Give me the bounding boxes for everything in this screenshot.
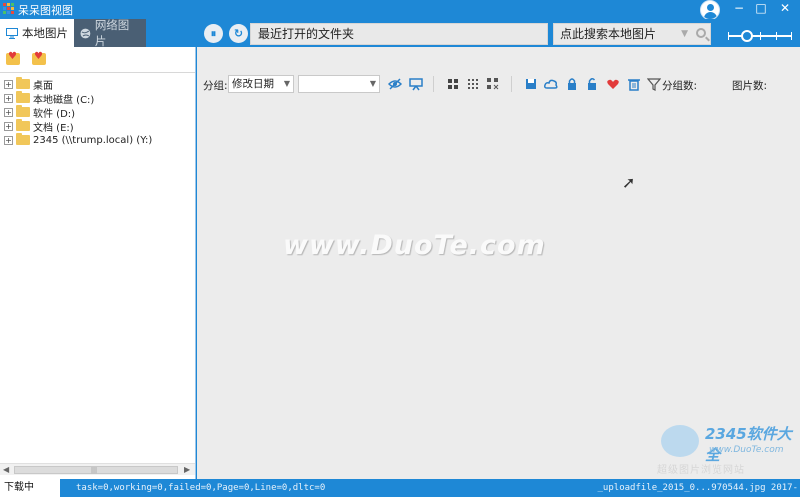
folder-icon [16,119,30,131]
divider [511,76,512,92]
tab-local-images[interactable]: 本地图片 [0,19,74,47]
monitor-icon [6,27,18,39]
download-status: 下载中(403) [0,479,60,497]
filter-icon[interactable] [647,77,661,91]
tab-network-label: 网络图片 [94,18,130,48]
favorites-row [0,47,195,73]
tree-item-label: 软件 (D:) [33,108,76,120]
tree-item-label: 2345 (\\trump.local) (Y:) [33,134,153,146]
path-combobox[interactable]: 最近打开的文件夹 [250,23,548,45]
details-view-icon[interactable] [487,78,499,90]
group-count-label: 分组数: [662,80,698,92]
tab-local-label: 本地图片 [22,26,68,40]
site-logo-sub: 超级图片浏览网站 [657,465,745,476]
hide-icon[interactable] [388,77,402,91]
pause-button[interactable]: ⏸ [204,24,223,43]
zoom-slider-knob[interactable] [741,30,754,42]
folder-icon [16,105,30,117]
folder-tree: + 桌面 + 本地磁盘 (C:) + 软件 (D:) + 文档 (E:) + 2… [4,77,152,147]
image-count-label: 图片数: [732,80,768,92]
minimize-button[interactable]: − [728,0,750,17]
maximize-button[interactable]: □ [750,0,772,17]
tree-item-drive-e[interactable]: + 文档 (E:) [4,119,152,134]
refresh-button[interactable]: ↻ [229,24,248,43]
watermark: www.DuoTe.com [283,230,546,261]
status-bar: 下载中(403) task=0,working=0,failed=0,Page=… [0,479,800,497]
favorite-folder-icon[interactable] [32,51,46,65]
mouse-cursor-icon: ➚ [622,173,636,192]
group-by-value: 修改日期 [232,78,274,90]
secondary-select[interactable]: ▼ [298,75,380,93]
close-button[interactable]: ✕ [774,0,796,17]
horizontal-scrollbar[interactable]: ◀ ||| ▶ [0,463,195,475]
slideshow-icon[interactable] [409,77,423,91]
zoom-slider[interactable] [728,30,792,42]
tree-item-drive-c[interactable]: + 本地磁盘 (C:) [4,91,152,106]
expand-icon[interactable]: + [4,79,13,89]
tree-item-drive-y[interactable]: + 2345 (\\trump.local) (Y:) [4,133,152,147]
tree-item-drive-d[interactable]: + 软件 (D:) [4,105,152,120]
current-file: _uploadfile_2015_0...970544.jpg 2017- [597,483,798,493]
expand-icon[interactable]: + [4,93,13,103]
mascot-icon [661,425,699,457]
folder-icon [16,77,30,89]
top-toolbar: 本地图片 网络图片 ⏸ ↻ 最近打开的文件夹 点此搜索本地图片 ▼ [0,18,800,48]
site-logo: 2345软件大全 www.DuoTe.com 超级图片浏览网站 [657,423,797,476]
scroll-right-icon[interactable]: ▶ [184,465,190,474]
scrollbar-thumb[interactable]: ||| [14,466,178,474]
group-label: 分组: [203,80,228,92]
tree-item-desktop[interactable]: + 桌面 [4,77,152,92]
expand-icon[interactable]: + [4,107,13,117]
save-icon[interactable] [524,77,538,91]
small-thumbnails-icon[interactable] [468,79,478,89]
heart-icon[interactable] [606,77,620,91]
search-placeholder: 点此搜索本地图片 [560,27,657,41]
filter-bar: 分组: 修改日期 ▼ ▼ 分组数: 图片数: [197,73,800,95]
tree-item-label: 本地磁盘 (C:) [33,94,95,106]
search-dropdown-icon[interactable]: ▼ [681,24,688,44]
site-logo-url: www.DuoTe.com [709,445,784,455]
task-stats: task=0,working=0,failed=0,Page=0,Line=0,… [76,483,326,493]
tab-network-images[interactable]: 网络图片 [74,18,146,48]
folder-panel: + 桌面 + 本地磁盘 (C:) + 软件 (D:) + 文档 (E:) + 2… [0,47,196,479]
delete-icon[interactable] [627,77,641,91]
expand-icon[interactable]: + [4,121,13,131]
scroll-left-icon[interactable]: ◀ [3,465,9,474]
globe-icon [80,28,91,38]
unlock-icon[interactable] [585,77,599,91]
search-icon[interactable] [696,28,706,38]
expand-icon[interactable]: + [4,135,13,145]
favorite-add-icon[interactable] [6,51,20,65]
app-title: 呆呆图视图 [18,4,73,17]
cloud-icon[interactable] [544,77,558,91]
user-avatar[interactable] [700,0,720,20]
image-view-panel: 分组: 修改日期 ▼ ▼ 分组数: 图片数: www.DuoTe.com ➚ 23… [197,47,800,479]
app-logo-icon [3,3,15,15]
folder-icon [16,91,30,103]
search-input[interactable]: 点此搜索本地图片 ▼ [553,23,711,45]
group-by-select[interactable]: 修改日期 ▼ [228,75,294,93]
divider [433,76,434,92]
tree-item-label: 文档 (E:) [33,122,74,134]
tree-item-label: 桌面 [33,80,53,92]
large-thumbnails-icon[interactable] [448,79,458,89]
site-logo-text: 2345软件大全 [705,425,792,464]
lock-icon[interactable] [565,77,579,91]
folder-icon [16,133,30,145]
